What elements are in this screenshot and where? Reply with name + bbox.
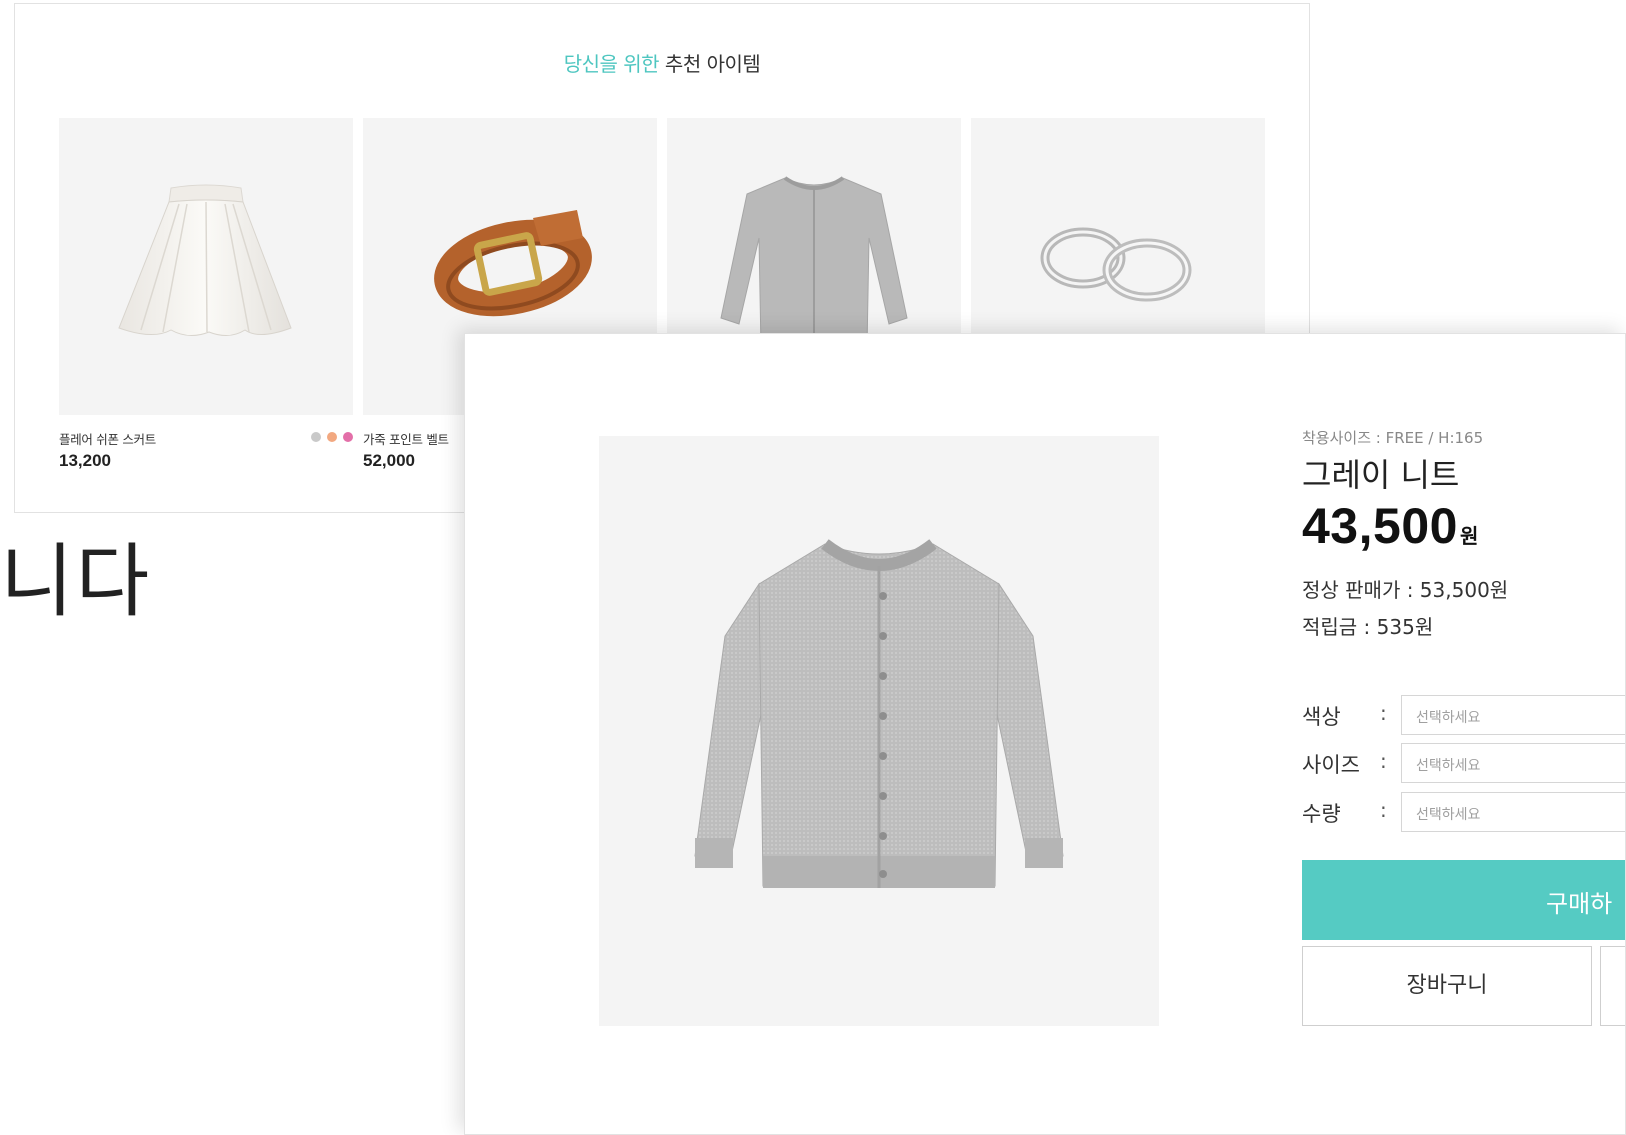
color-swatch-peach[interactable] — [327, 432, 337, 442]
color-swatch-pink[interactable] — [343, 432, 353, 442]
option-colon: : — [1380, 749, 1387, 773]
color-swatch-gray[interactable] — [311, 432, 321, 442]
option-row-quantity: 수량 : 선택하세요 — [1302, 792, 1625, 832]
product-main-image — [599, 436, 1159, 1026]
recommend-title: 당신을 위한 추천 아이템 — [15, 48, 1309, 77]
gray-cardigan-image — [694, 539, 1064, 888]
normal-price-text: 정상 판매가 : 53,500원 — [1302, 578, 1509, 602]
sale-price-value: 43,500 — [1302, 498, 1458, 554]
points-text: 적립금 : 535원 — [1302, 615, 1434, 639]
cart-button[interactable]: 장바구니 — [1302, 946, 1592, 1026]
option-label: 수량 — [1302, 802, 1341, 826]
option-label: 색상 — [1302, 705, 1341, 729]
color-swatches — [311, 432, 353, 442]
product-price: 13,200 — [59, 451, 111, 470]
fit-size-text: 착용사이즈 : FREE / H:165 — [1302, 429, 1484, 447]
product-name[interactable]: 가죽 포인트 벨트 — [363, 429, 449, 448]
product-card-skirt[interactable]: 플레어 쉬폰 스커트 13,200 — [59, 118, 353, 470]
product-title: 그레이 니트 — [1302, 456, 1460, 494]
select-placeholder: 선택하세요 — [1416, 710, 1481, 726]
quantity-select[interactable]: 선택하세요 — [1401, 792, 1625, 832]
buy-button-label: 구매하 — [1546, 890, 1613, 918]
color-select[interactable]: 선택하세요 — [1401, 695, 1625, 735]
product-price: 52,000 — [363, 451, 415, 470]
product-name[interactable]: 플레어 쉬폰 스커트 — [59, 429, 156, 448]
product-detail-panel: 착용사이즈 : FREE / H:165 그레이 니트 43,500 원 정상 판… — [464, 333, 1626, 1135]
buy-button[interactable]: 구매하 — [1302, 860, 1625, 940]
option-row-size: 사이즈 : 선택하세요 — [1302, 743, 1625, 783]
option-label: 사이즈 — [1302, 753, 1360, 777]
select-placeholder: 선택하세요 — [1416, 807, 1481, 823]
hero-text-fragment: 니다 — [0, 535, 152, 628]
recommend-title-rest: 추천 아이템 — [664, 52, 761, 76]
size-select[interactable]: 선택하세요 — [1401, 743, 1625, 783]
product-thumb-skirt[interactable] — [59, 118, 353, 415]
white-skirt-image — [118, 184, 292, 336]
select-placeholder: 선택하세요 — [1416, 758, 1481, 774]
sale-price: 43,500 원 — [1302, 497, 1478, 555]
recommend-title-accent: 당신을 위한 — [563, 52, 660, 76]
option-colon: : — [1380, 798, 1387, 822]
option-row-color: 색상 : 선택하세요 — [1302, 695, 1625, 735]
option-colon: : — [1380, 701, 1387, 725]
secondary-button[interactable] — [1600, 946, 1625, 1026]
sale-price-unit: 원 — [1459, 524, 1479, 548]
